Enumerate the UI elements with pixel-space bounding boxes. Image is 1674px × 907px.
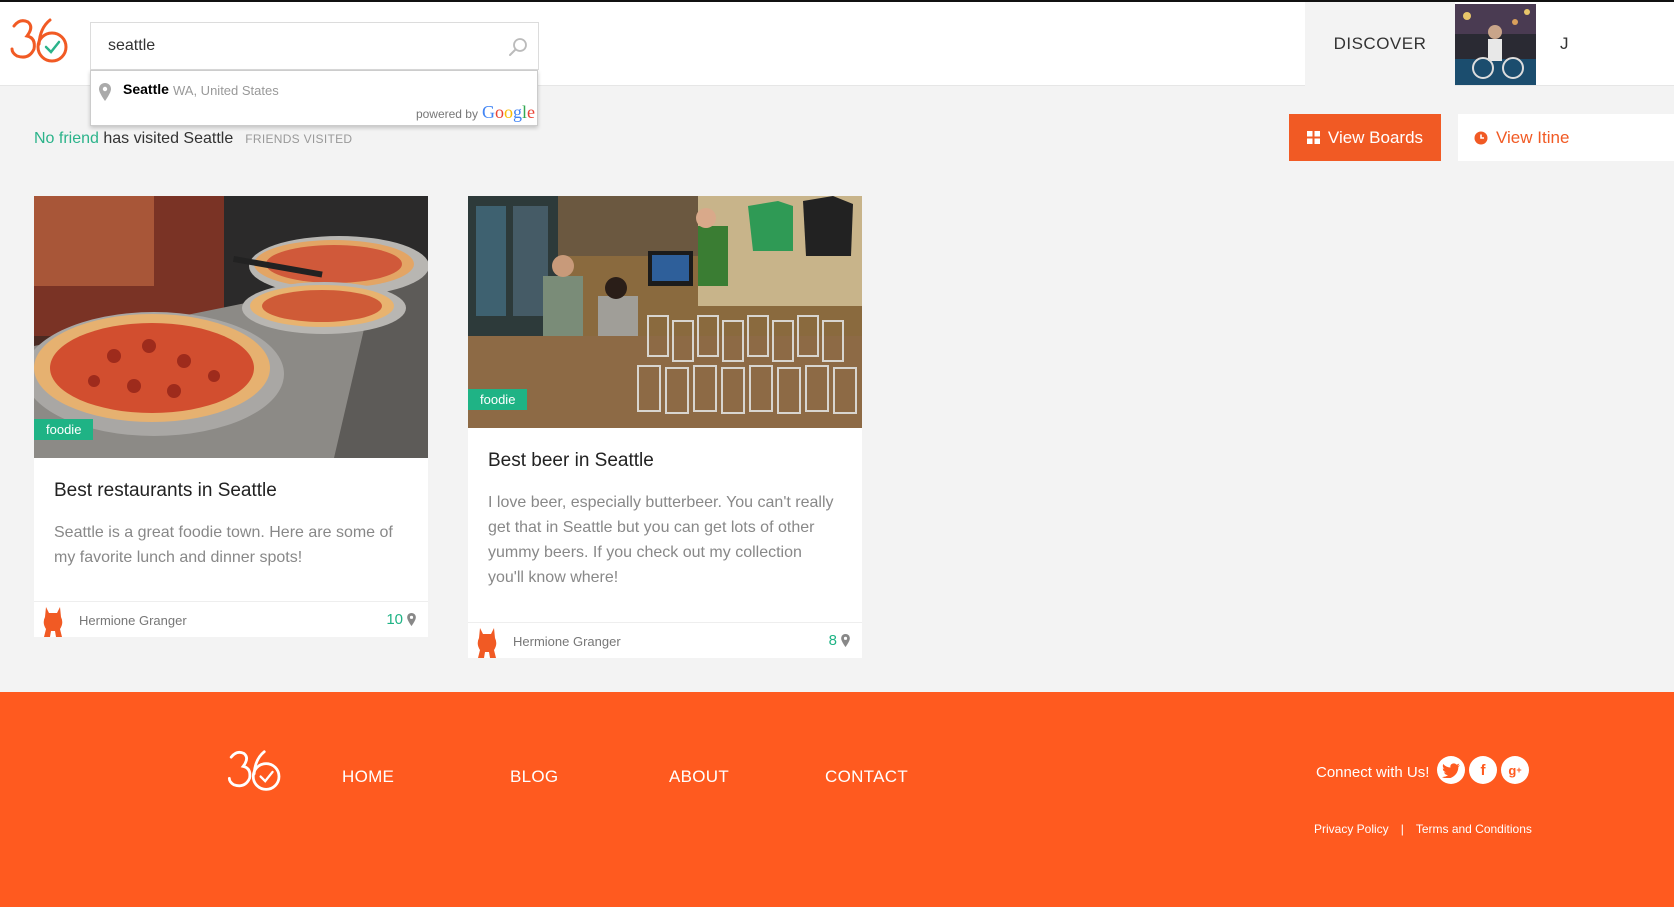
footer-separator: | <box>1400 822 1404 836</box>
google-plus-icon[interactable]: g + <box>1501 756 1529 784</box>
friends-count-link[interactable]: No friend <box>34 130 99 147</box>
view-boards-label: View Boards <box>1327 127 1424 147</box>
board-footer: Hermione Granger 8 <box>468 622 862 658</box>
user-avatar[interactable] <box>1455 4 1536 85</box>
footer-nav-blog[interactable]: BLOG <box>510 767 558 787</box>
places-count-value: 8 <box>828 632 837 649</box>
terms-link[interactable]: Terms and Conditions <box>1416 822 1532 836</box>
grid-icon <box>1306 131 1320 144</box>
board-card[interactable]: foodie Best restaurants in Seattle Seatt… <box>34 196 428 637</box>
search-box[interactable] <box>90 22 539 70</box>
view-itineraries-button[interactable]: View Itine <box>1458 114 1674 161</box>
board-title[interactable]: Best beer in Seattle <box>468 428 862 472</box>
facebook-icon[interactable]: f <box>1469 756 1497 784</box>
board-image-pizza[interactable]: foodie <box>34 196 428 458</box>
user-name[interactable]: J <box>1560 34 1569 54</box>
clock-icon <box>1474 131 1488 144</box>
search-input[interactable] <box>91 23 491 69</box>
footer-nav-about[interactable]: ABOUT <box>669 767 729 787</box>
cat-avatar-icon[interactable] <box>42 605 64 637</box>
author-name[interactable]: Hermione Granger <box>513 634 621 649</box>
location-pin-icon <box>407 613 416 626</box>
suggestion-city[interactable]: Seattle <box>123 81 169 97</box>
powered-by-label: powered by <box>415 107 478 121</box>
category-tag[interactable]: foodie <box>34 419 94 440</box>
footer-nav-home[interactable]: HOME <box>342 767 394 787</box>
footer: HOME BLOG ABOUT CONTACT Connect with Us!… <box>0 692 1674 907</box>
logo-36[interactable] <box>10 16 72 66</box>
location-pin-icon <box>841 634 850 647</box>
connect-label: Connect with Us! <box>1316 764 1430 781</box>
discover-tab[interactable]: DISCOVER <box>1305 2 1455 86</box>
location-pin-icon <box>99 83 111 101</box>
board-footer: Hermione Granger 10 <box>34 601 428 637</box>
places-count-value: 10 <box>386 611 403 628</box>
author-name[interactable]: Hermione Granger <box>79 613 187 628</box>
board-card[interactable]: foodie Best beer in Seattle I love beer,… <box>468 196 862 658</box>
places-count: 10 <box>386 611 416 628</box>
google-logo: Google <box>481 102 535 122</box>
autocomplete-dropdown: Seattle WA, United States powered by Goo… <box>90 70 538 126</box>
category-tag[interactable]: foodie <box>468 389 528 410</box>
suggestion-region[interactable]: WA, United States <box>173 83 279 98</box>
footer-nav-contact[interactable]: CONTACT <box>825 767 908 787</box>
privacy-policy-link[interactable]: Privacy Policy <box>1314 822 1389 836</box>
board-description: I love beer, especially butterbeer. You … <box>488 494 834 586</box>
cat-avatar-icon[interactable] <box>476 626 498 658</box>
board-image-beer[interactable]: foodie <box>468 196 862 428</box>
places-count: 8 <box>829 632 850 649</box>
twitter-icon[interactable] <box>1437 756 1465 784</box>
friends-visited-text: has visited Seattle <box>98 130 234 147</box>
friends-visited-label: FRIENDS VISITED <box>245 132 353 146</box>
view-itineraries-label: View Itine <box>1496 127 1570 147</box>
board-description: Seattle is a great foodie town. Here are… <box>54 524 393 566</box>
view-boards-button[interactable]: View Boards <box>1289 114 1441 161</box>
footer-legal-links: Privacy Policy | Terms and Conditions <box>1314 822 1538 836</box>
powered-by-google: powered by Google <box>416 102 535 123</box>
footer-logo-36[interactable] <box>226 748 286 794</box>
friends-visited-summary: No friend has visited Seattle FRIENDS VIS… <box>34 130 352 148</box>
board-title[interactable]: Best restaurants in Seattle <box>34 458 428 502</box>
search-icon[interactable] <box>508 37 528 57</box>
